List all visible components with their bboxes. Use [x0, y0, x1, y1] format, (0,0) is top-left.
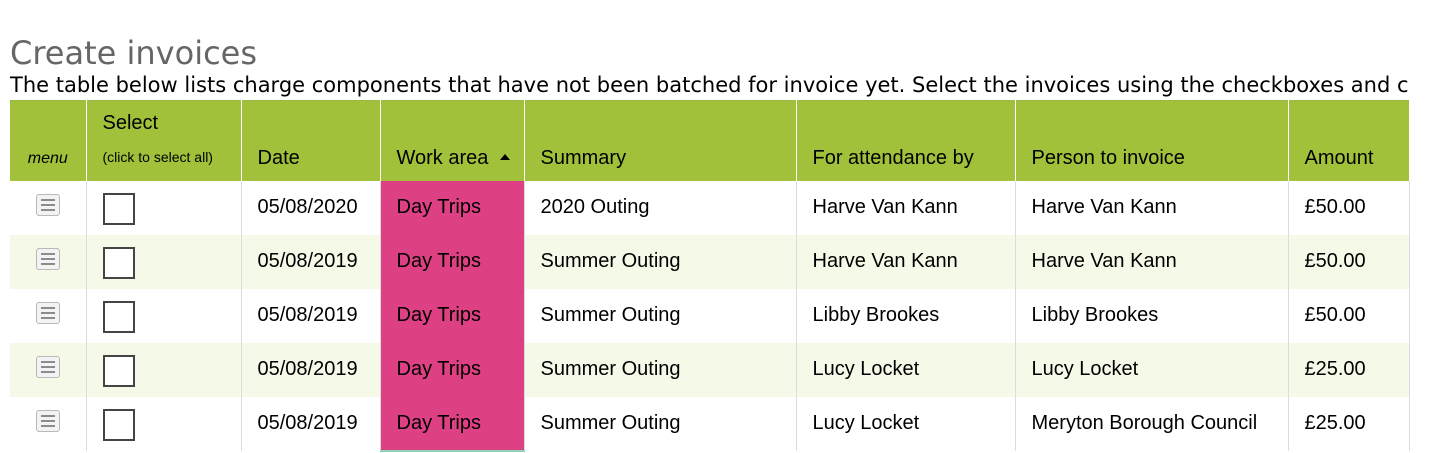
row-select-cell [86, 234, 242, 289]
page-intro: The table below lists charge components … [10, 73, 1409, 97]
invoice-table-body: 05/08/2020 Day Trips 2020 Outing Harve V… [10, 180, 1410, 452]
header-work-area[interactable]: Work area [380, 100, 525, 181]
row-summary: Summer Outing [524, 288, 797, 343]
row-amount: £25.00 [1288, 342, 1410, 397]
row-menu-cell[interactable] [10, 396, 87, 451]
row-amount: £25.00 [1288, 396, 1410, 451]
row-menu-icon[interactable] [35, 409, 60, 432]
row-menu-cell[interactable] [10, 342, 87, 397]
row-attendance: Harve Van Kann [796, 180, 1016, 235]
row-select-cell [86, 342, 242, 397]
invoice-table: menu Select (click to select all) Date W… [10, 100, 1410, 452]
row-attendance: Lucy Locket [796, 396, 1016, 451]
header-work-area-label: Work area [396, 146, 489, 169]
table-row: 05/08/2019 Day Trips Summer Outing Libby… [10, 288, 1410, 343]
row-amount: £50.00 [1288, 234, 1410, 289]
row-select-checkbox[interactable] [102, 408, 135, 441]
header-person-label: Person to invoice [1031, 146, 1185, 169]
header-select-label: Select [102, 112, 159, 134]
row-select-checkbox[interactable] [102, 354, 135, 387]
row-person: Lucy Locket [1015, 342, 1289, 397]
row-summary: 2020 Outing [524, 180, 797, 235]
table-row: 05/08/2019 Day Trips Summer Outing Harve… [10, 234, 1410, 289]
header-summary-label: Summary [540, 146, 627, 169]
table-header-row: menu Select (click to select all) Date W… [10, 100, 1410, 181]
row-date: 05/08/2019 [241, 288, 381, 343]
row-work-area: Day Trips [380, 234, 525, 289]
row-work-area: Day Trips [380, 180, 525, 235]
row-summary: Summer Outing [524, 396, 797, 451]
row-menu-icon[interactable] [35, 301, 60, 324]
row-summary: Summer Outing [524, 342, 797, 397]
header-summary[interactable]: Summary [524, 100, 797, 181]
row-menu-cell[interactable] [10, 288, 87, 343]
row-select-cell [86, 180, 242, 235]
row-person: Harve Van Kann [1015, 180, 1289, 235]
row-select-checkbox[interactable] [102, 300, 135, 333]
invoice-table-container: menu Select (click to select all) Date W… [10, 100, 1410, 453]
header-amount[interactable]: Amount [1288, 100, 1410, 181]
row-person: Meryton Borough Council [1015, 396, 1289, 451]
table-row: 05/08/2019 Day Trips Summer Outing Lucy … [10, 396, 1410, 452]
row-select-checkbox[interactable] [102, 246, 135, 279]
row-work-area: Day Trips [380, 396, 525, 452]
row-select-checkbox[interactable] [102, 192, 135, 225]
table-row: 05/08/2020 Day Trips 2020 Outing Harve V… [10, 180, 1410, 235]
row-attendance: Harve Van Kann [796, 234, 1016, 289]
header-select-hint[interactable]: (click to select all) [103, 148, 241, 166]
row-date: 05/08/2019 [241, 396, 381, 451]
row-date: 05/08/2019 [241, 342, 381, 397]
page-title: Create invoices [10, 34, 258, 72]
table-row: 05/08/2019 Day Trips Summer Outing Lucy … [10, 342, 1410, 397]
row-amount: £50.00 [1288, 180, 1410, 235]
row-select-cell [86, 288, 242, 343]
row-menu-cell[interactable] [10, 180, 87, 235]
header-person[interactable]: Person to invoice [1015, 100, 1289, 181]
row-menu-icon[interactable] [35, 355, 60, 378]
row-menu-icon[interactable] [35, 193, 60, 216]
header-date[interactable]: Date [241, 100, 381, 181]
header-attendance[interactable]: For attendance by [796, 100, 1016, 181]
row-summary: Summer Outing [524, 234, 797, 289]
row-attendance: Lucy Locket [796, 342, 1016, 397]
row-work-area: Day Trips [380, 288, 525, 343]
header-menu: menu [10, 100, 87, 181]
row-date: 05/08/2019 [241, 234, 381, 289]
row-select-cell [86, 396, 242, 451]
sort-ascending-icon [500, 153, 511, 160]
row-amount: £50.00 [1288, 288, 1410, 343]
row-date: 05/08/2020 [241, 180, 381, 235]
row-menu-icon[interactable] [35, 247, 60, 270]
header-select-all[interactable]: Select (click to select all) [86, 100, 242, 181]
row-work-area: Day Trips [380, 342, 525, 397]
header-attendance-label: For attendance by [812, 146, 974, 169]
row-person: Libby Brookes [1015, 288, 1289, 343]
row-attendance: Libby Brookes [796, 288, 1016, 343]
header-amount-label: Amount [1304, 146, 1374, 169]
row-person: Harve Van Kann [1015, 234, 1289, 289]
header-date-label: Date [257, 146, 300, 169]
row-menu-cell[interactable] [10, 234, 87, 289]
